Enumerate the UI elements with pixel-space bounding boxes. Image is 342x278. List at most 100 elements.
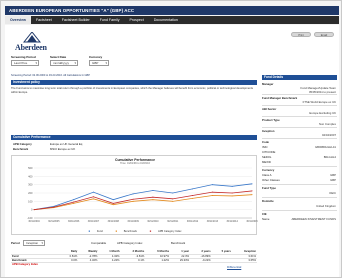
data-point [172,200,174,202]
data-point [231,185,233,187]
chart-legend: ■ Fund ■ Benchmark ■ APB Category Index [12,230,258,233]
x-tick-label: 30/11/2013 [207,221,219,223]
y-tick-label: 200 [28,191,33,195]
tab-prospect[interactable]: Prospect [125,16,149,24]
series-line-fund [33,183,253,211]
domicile-value: United Kingdom [316,204,336,208]
tab-factsheet[interactable]: Factsheet [31,16,57,24]
data-point [53,206,55,208]
logo-text: Aberdeen [15,43,47,52]
domicile-label: Domicile [262,199,274,203]
data-point [251,183,253,185]
benchmark-label: Benchmark [13,147,29,151]
period-select[interactable]: Inception ▾ [23,240,45,246]
data-point [132,193,134,195]
table-cell [78,261,99,266]
x-tick-label: 30/11/2007 [88,221,100,223]
data-point [152,199,154,201]
table-cell [98,261,121,266]
chevron-down-icon: ▾ [41,241,43,245]
table-cell [120,261,146,266]
screening-note: Screening Period: 02.06.2000 to 03.23.20… [11,74,91,77]
fund-manager-value: FTSE World Europe ex UK [302,100,336,104]
chevron-down-icon: ▾ [105,61,107,65]
data-point [112,204,114,206]
tab-factsheet-builder[interactable]: Factsheet Builder [57,16,95,24]
x-tick-label: 30/11/2004 [28,221,40,223]
data-point [132,200,134,202]
fund-details-panel: Fund Details Manager Fund Manager/Update… [262,75,337,275]
period-label: Period [11,241,20,245]
citicode-label: CITICODE [262,150,276,154]
currency-label: Currency [89,55,103,59]
screening-period-select[interactable]: Last Price ▾ [11,60,39,66]
benchmark-toggle[interactable]: Benchmark [171,241,185,245]
legend-fund[interactable]: ■ Fund [86,230,106,233]
x-tick-label: 30/11/2012 [187,221,199,223]
select-date-input[interactable]: mm/dd/yyyy ▾ [50,60,78,66]
x-tick-label: 30/11/2006 [68,221,80,223]
currency-section-label: Currency [262,168,275,172]
x-tick-label: 30/11/2011 [167,221,179,223]
data-point [73,199,75,201]
apb-category-value: Europe ex UK General Eq [50,142,83,146]
cumulative-chart: Cumulative Performance Time: 01/01/99 to… [11,155,258,235]
data-point [73,202,75,204]
calendar-icon: ▾ [74,61,76,65]
chart-plot: 500 400 300 200 100 0 -10030/11/2004 30/11/2005… [27,166,258,223]
table-cell [61,261,79,266]
fund-type-label: Fund Type [262,186,276,190]
inception-value: 04/04/2007 [322,133,336,137]
window-frame: ABERDEEN EUROPEAN OPPORTUNITIES "A" (GBP… [0,0,342,278]
fund-type-value: OEIC [329,191,336,195]
data-point [112,202,114,204]
data-point [172,192,174,194]
tab-documentation[interactable]: Documentation [149,16,183,24]
x-tick-label: 30/11/2009 [127,221,139,223]
table-cell [145,261,171,266]
select-date-label: Select Date [50,55,67,59]
data-point [152,190,154,191]
data-point [132,198,134,200]
x-tick-label: 30/11/2014 [227,221,239,223]
table-row: APB Category Index [11,261,257,266]
currency-select[interactable]: GBP ▾ [89,60,109,66]
row-label: APB Category Index [11,261,61,266]
data-point [192,197,194,199]
other-classes-value: GBP [330,178,336,182]
content-sheet: Aberdeen Print Email Screening Period La… [5,25,339,277]
y-tick-label: -100 [27,216,33,220]
differential-link[interactable]: Differential [227,265,241,269]
data-point [211,184,213,186]
data-point [73,201,75,203]
logo-mark-icon [23,32,41,43]
tab-fund-family[interactable]: Fund Family [95,16,125,24]
email-button[interactable]: Email [314,32,334,37]
period-row: Period Inception ▾ Comparable APB Catego… [11,240,257,247]
investment-policy-heading: Investment policy [11,80,257,85]
abi-value: Europe Excluding UK [309,111,336,115]
class-a-value: GBP [330,173,336,177]
investment-policy-text: The Fund aims to maximise long term tota… [11,87,253,94]
comparable-value[interactable]: APB Category Index [117,241,142,245]
tab-overview[interactable]: Overview [5,16,31,24]
screening-period-label: Screening Period [11,55,36,59]
fund-details-heading: Fund Details [262,75,337,80]
data-point [92,191,94,193]
data-point [33,209,35,211]
chevron-down-icon: ▾ [35,61,37,65]
benchmark-value: MSCI Europe ex UK [50,147,76,151]
print-button[interactable]: Print [291,32,311,37]
legend-benchmark[interactable]: ■ Benchmark [112,230,139,233]
performance-table: Daily Weekly 1 Month 3 Months 6 Months 1… [11,250,257,266]
data-point [251,194,253,196]
data-point [152,196,154,198]
table-cell [170,261,191,266]
tab-bar: Overview Factsheet Factsheet Builder Fun… [5,16,339,24]
data-point [231,195,233,197]
screening-period-value: Last Price [14,61,28,65]
legend-apb[interactable]: ■ APB Category Index [147,230,185,233]
y-tick-label: 400 [28,174,33,178]
name-value: ABERDEEN INVESTMENT FUNDS [291,217,336,221]
isin-value: GB00B0LGHL41 [315,145,336,149]
